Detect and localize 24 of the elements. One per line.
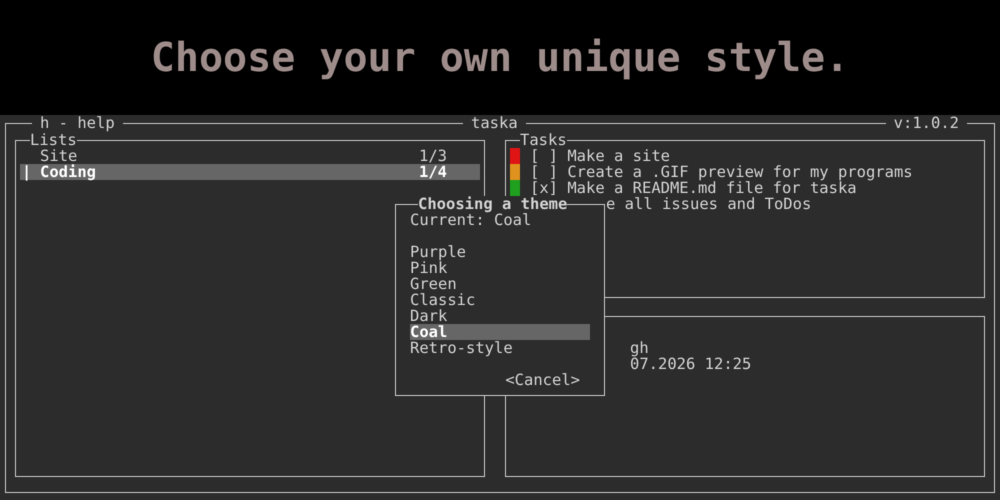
dialog-title: Choosing a theme [418,196,568,212]
task-item[interactable]: e all issues and ToDos [606,196,812,212]
detail-text: gh [630,340,650,356]
banner-title: Choose your own unique style. [150,38,850,78]
theme-option[interactable]: Dark [410,308,590,324]
task-item[interactable]: [ ] Create a .GIF preview for my programs [530,164,913,180]
list-item[interactable]: | Coding 1/4 [20,164,480,180]
theme-option[interactable]: Classic [410,292,590,308]
help-hint: h - help [32,115,123,131]
theme-option[interactable]: Purple [410,244,590,260]
task-item[interactable]: [x] Make a README.md file for taska [530,180,857,196]
task-item[interactable]: [ ] Make a site [530,148,670,164]
theme-option[interactable]: Green [410,276,590,292]
theme-option[interactable]: Coal [410,324,590,340]
version-label: v:1.0.2 [886,115,967,131]
current-theme-label: Current: Coal [410,212,532,228]
cancel-button[interactable]: <Cancel> [505,372,580,388]
detail-text: 07.2026 12:25 [630,356,752,372]
list-item[interactable]: Site 1/3 [20,148,480,164]
theme-option[interactable]: Pink [410,260,590,276]
theme-option[interactable]: Retro-style [410,340,590,356]
panel-title: Tasks [520,132,567,148]
app-title: taska [463,115,526,131]
panel-title: Lists [30,132,77,148]
